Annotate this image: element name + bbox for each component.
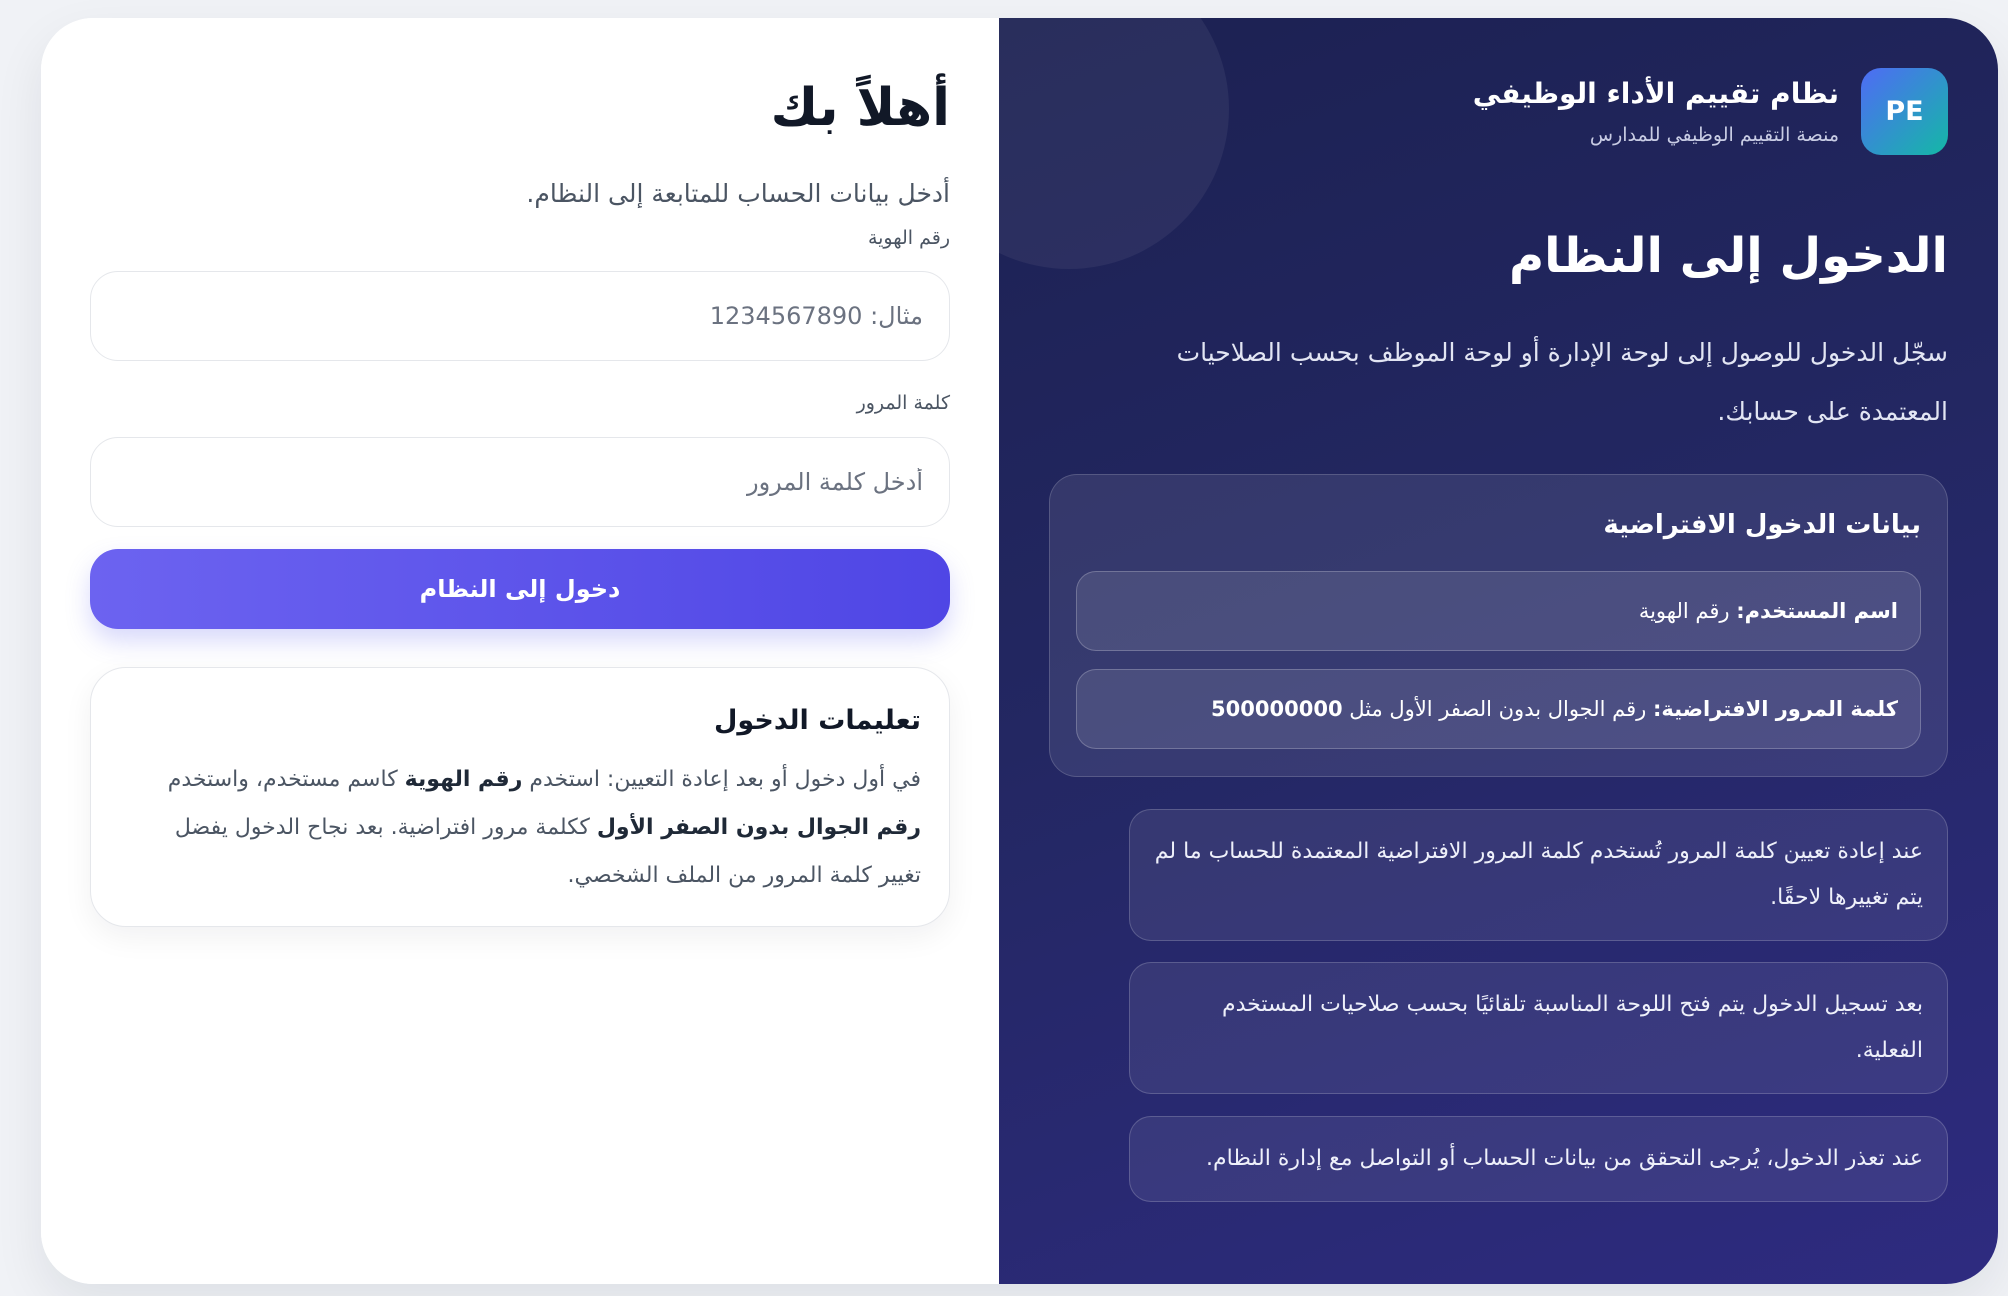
credential-username-label: اسم المستخدم: xyxy=(1736,599,1898,623)
note-login-trouble: عند تعذر الدخول، يُرجى التحقق من بيانات … xyxy=(1129,1116,1948,1202)
welcome-heading: أهلاً بك xyxy=(770,78,950,138)
login-intro: أدخل بيانات الحساب للمتابعة إلى النظام. xyxy=(526,179,950,208)
login-instructions-title: تعليمات الدخول xyxy=(714,705,921,736)
login-instructions-text: في أول دخول أو بعد إعادة التعيين: استخدم… xyxy=(131,756,921,900)
login-panel: أهلاً بك أدخل بيانات الحساب للمتابعة إلى… xyxy=(41,18,999,1284)
login-submit-button[interactable]: دخول إلى النظام xyxy=(90,549,950,629)
default-credentials-title: بيانات الدخول الافتراضية xyxy=(1603,510,1921,540)
login-card: أهلاً بك أدخل بيانات الحساب للمتابعة إلى… xyxy=(41,18,1998,1284)
info-panel: PE نظام تقييم الأداء الوظيفي منصة التقيي… xyxy=(999,18,1998,1284)
default-credentials-card: بيانات الدخول الافتراضية اسم المستخدم: ر… xyxy=(1049,474,1948,777)
instructions-text-part: كاسم مستخدم، واستخدم xyxy=(167,767,398,792)
brand-title: نظام تقييم الأداء الوظيفي xyxy=(1472,76,1839,110)
credential-username-value: رقم الهوية xyxy=(1638,599,1730,623)
login-instructions-card: تعليمات الدخول في أول دخول أو بعد إعادة … xyxy=(90,667,950,927)
info-heading: الدخول إلى النظام xyxy=(1508,228,1948,284)
instructions-text-part: في أول دخول أو بعد إعادة التعيين: استخدم xyxy=(529,767,921,792)
brand-subtitle: منصة التقييم الوظيفي للمدارس xyxy=(1589,123,1839,146)
credential-password-row: كلمة المرور الافتراضية: رقم الجوال بدون … xyxy=(1076,669,1921,749)
credential-password-example: 500000000 xyxy=(1211,697,1343,721)
brand-logo: PE xyxy=(1861,68,1948,155)
brand-text: نظام تقييم الأداء الوظيفي منصة التقييم ا… xyxy=(1473,74,1839,150)
note-reset-password: عند إعادة تعيين كلمة المرور تُستخدم كلمة… xyxy=(1129,809,1948,941)
note-auto-redirect: بعد تسجيل الدخول يتم فتح اللوحة المناسبة… xyxy=(1129,962,1948,1094)
id-number-input[interactable] xyxy=(90,271,950,361)
password-input[interactable] xyxy=(90,437,950,527)
credential-password-value: رقم الجوال بدون الصفر الأول مثل xyxy=(1349,697,1647,721)
instructions-id-highlight: رقم الهوية xyxy=(404,767,523,792)
credential-password-label: كلمة المرور الافتراضية: xyxy=(1652,697,1898,721)
id-number-label: رقم الهوية xyxy=(867,227,950,249)
credential-username-row: اسم المستخدم: رقم الهوية xyxy=(1076,571,1921,651)
info-description: سجّل الدخول للوصول إلى لوحة الإدارة أو ل… xyxy=(1176,338,1948,426)
login-form: رقم الهوية كلمة المرور دخول إلى النظام xyxy=(90,224,950,629)
brand-header: PE نظام تقييم الأداء الوظيفي منصة التقيي… xyxy=(1049,68,1948,155)
instructions-mobile-highlight: رقم الجوال بدون الصفر الأول xyxy=(596,815,921,840)
password-label: كلمة المرور xyxy=(856,392,950,414)
